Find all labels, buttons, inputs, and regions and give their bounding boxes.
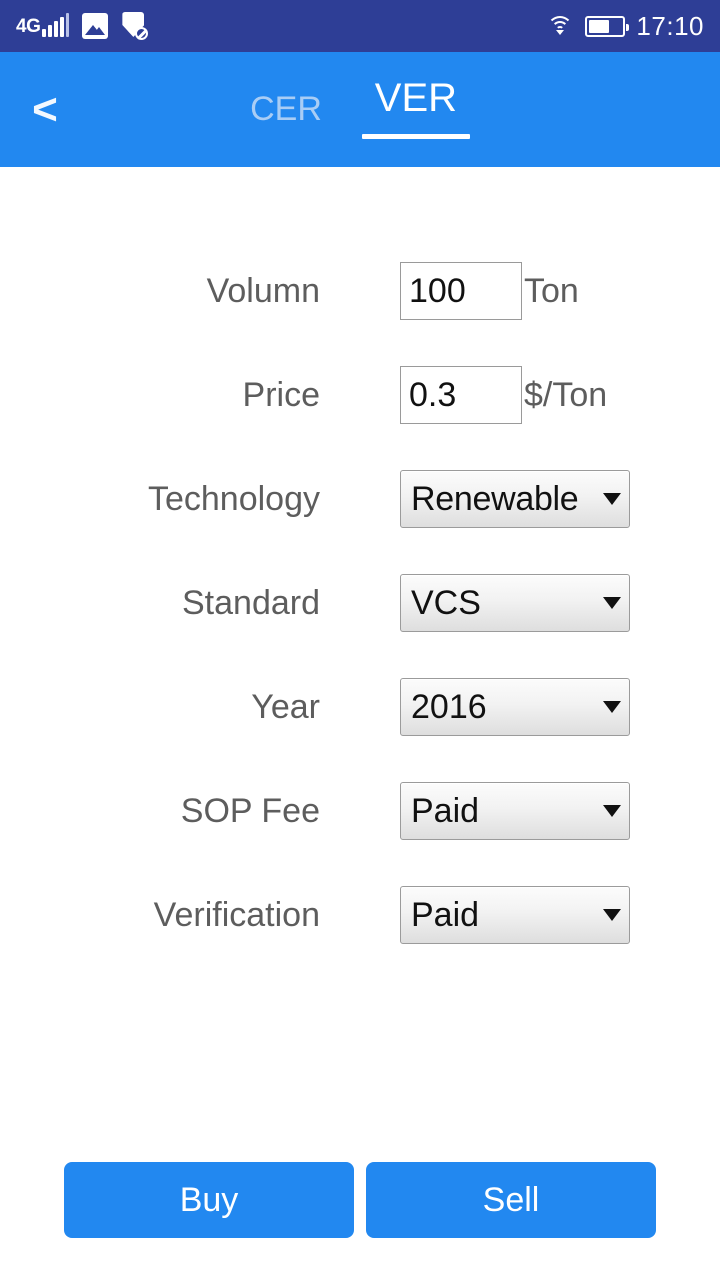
network-type-label: 4G xyxy=(16,16,41,37)
shield-blocked-icon xyxy=(121,12,149,40)
label-standard: Standard xyxy=(182,583,320,622)
form-row-price: Price $/Ton xyxy=(0,343,720,447)
control-sop-fee: Paid xyxy=(400,782,630,840)
control-verification: Paid xyxy=(400,886,630,944)
technology-select-value: Renewable xyxy=(411,482,579,516)
tab-cer[interactable]: CER xyxy=(250,92,322,128)
wifi-icon xyxy=(546,15,574,37)
tab-ver[interactable]: VER xyxy=(361,76,470,141)
control-technology: Renewable xyxy=(400,470,630,528)
technology-select[interactable]: Renewable xyxy=(400,470,630,528)
chevron-down-icon xyxy=(603,909,621,921)
chevron-down-icon xyxy=(603,701,621,713)
form-row-technology: Technology Renewable xyxy=(0,447,720,551)
form-row-volumn: Volumn Ton xyxy=(0,239,720,343)
signal-strength-bars xyxy=(42,13,70,37)
form-row-year: Year 2016 xyxy=(0,655,720,759)
chevron-down-icon xyxy=(603,597,621,609)
verification-select-value: Paid xyxy=(411,898,480,932)
tab-ver-label: VER xyxy=(374,76,458,120)
control-year: 2016 xyxy=(400,678,630,736)
tab-cer-label: CER xyxy=(250,89,322,128)
tab-bar: CER VER xyxy=(0,52,720,167)
label-verification: Verification xyxy=(153,895,320,934)
app-header: < CER VER xyxy=(0,52,720,167)
form-row-standard: Standard VCS xyxy=(0,551,720,655)
form-row-sop-fee: SOP Fee Paid xyxy=(0,759,720,863)
trade-form: Volumn Ton Price $/Ton Technology Renewa… xyxy=(0,167,720,967)
unit-price: $/Ton xyxy=(524,375,608,414)
price-input[interactable] xyxy=(400,366,522,424)
sop-fee-select-value: Paid xyxy=(411,794,480,828)
unit-volumn: Ton xyxy=(524,271,579,310)
control-standard: VCS xyxy=(400,574,630,632)
status-bar: 4G 17:10 xyxy=(0,0,720,52)
label-year: Year xyxy=(251,687,320,726)
verification-select[interactable]: Paid xyxy=(400,886,630,944)
chevron-down-icon xyxy=(603,805,621,817)
battery-icon xyxy=(585,15,630,37)
action-bar: Buy Sell xyxy=(0,1162,720,1238)
status-bar-right: 17:10 xyxy=(546,11,704,42)
label-volumn: Volumn xyxy=(206,271,320,310)
status-bar-left: 4G xyxy=(16,12,546,40)
year-select-value: 2016 xyxy=(411,690,487,724)
control-price: $/Ton xyxy=(400,366,607,424)
buy-button[interactable]: Buy xyxy=(64,1162,354,1238)
label-sop-fee: SOP Fee xyxy=(180,791,320,830)
status-bar-clock: 17:10 xyxy=(636,10,704,41)
label-technology: Technology xyxy=(147,479,320,518)
sell-button[interactable]: Sell xyxy=(366,1162,656,1238)
signal-bars-icon: 4G xyxy=(16,13,70,37)
form-row-verification: Verification Paid xyxy=(0,863,720,967)
control-volumn: Ton xyxy=(400,262,579,320)
chevron-down-icon xyxy=(603,493,621,505)
main-content: Volumn Ton Price $/Ton Technology Renewa… xyxy=(0,167,720,1280)
standard-select-value: VCS xyxy=(411,586,481,620)
label-price: Price xyxy=(242,375,320,414)
year-select[interactable]: 2016 xyxy=(400,678,630,736)
gallery-icon xyxy=(82,13,109,39)
tab-ver-underline xyxy=(361,134,470,139)
sop-fee-select[interactable]: Paid xyxy=(400,782,630,840)
volumn-input[interactable] xyxy=(400,262,522,320)
standard-select[interactable]: VCS xyxy=(400,574,630,632)
